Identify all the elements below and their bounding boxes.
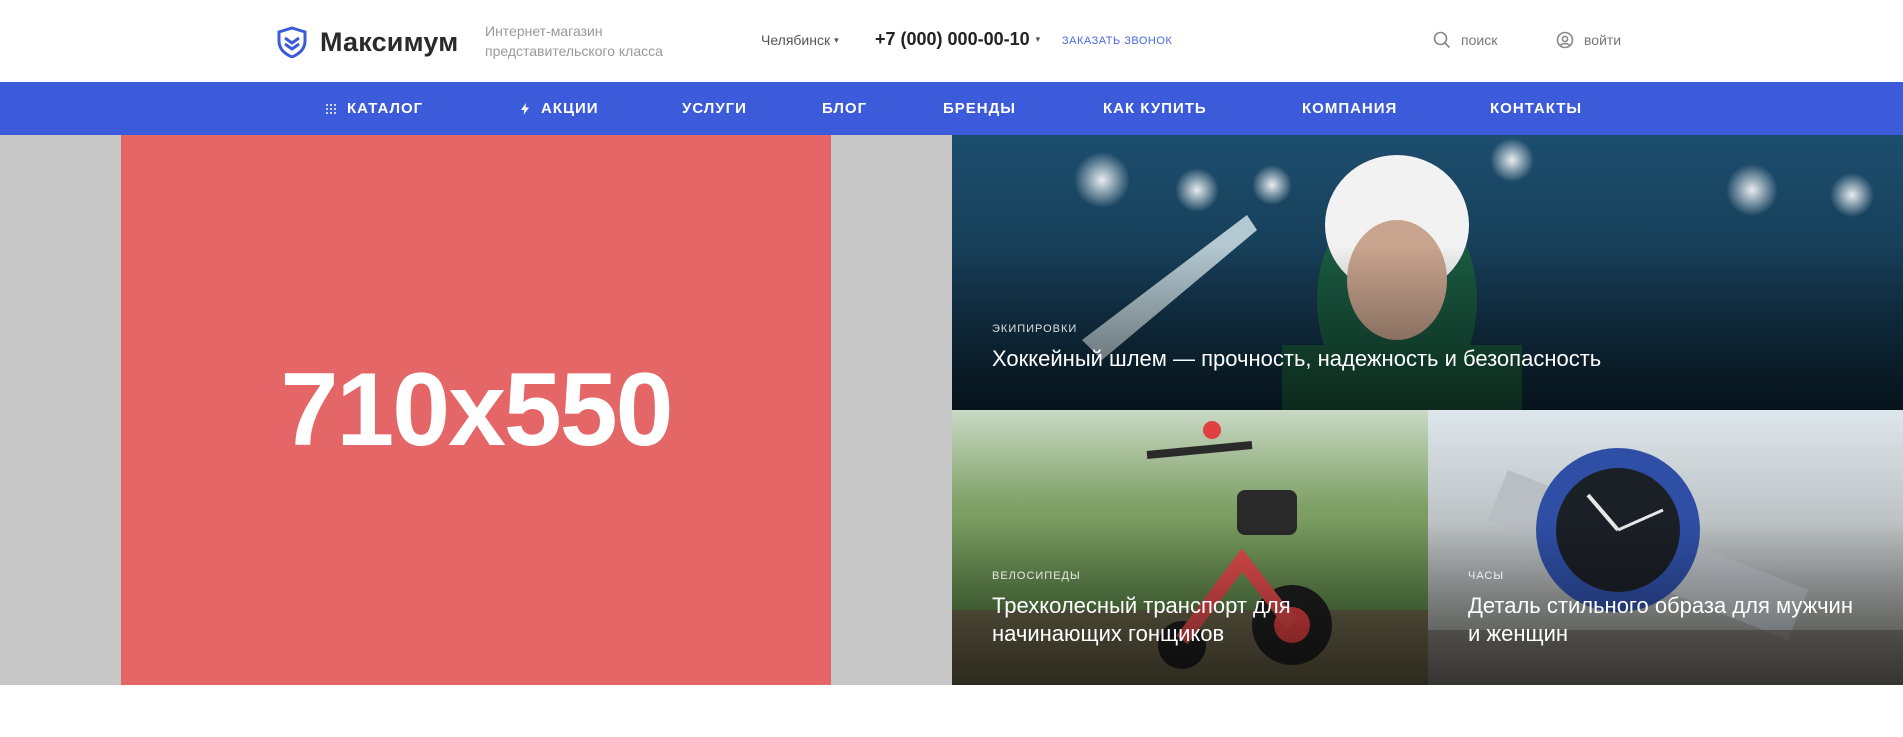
phone-number: +7 (000) 000-00-10 [875, 29, 1030, 49]
nav-item-catalog[interactable]: КАТАЛОГ [325, 82, 423, 135]
nav-label: КОНТАКТЫ [1490, 100, 1583, 117]
tile-title-line1: Деталь стильного образа для мужчин [1468, 593, 1853, 618]
nav-label: КАК КУПИТЬ [1103, 100, 1207, 117]
nav-item-blog[interactable]: БЛОГ [822, 82, 867, 135]
chevron-down-icon: ▾ [834, 34, 839, 45]
nav-label: БЛОГ [822, 100, 868, 117]
search-icon [1433, 31, 1451, 49]
tile-category: ЧАСЫ [1468, 570, 1505, 582]
tagline-line1: Интернет-магазин [485, 23, 603, 39]
tile-category: ЭКИПИРОВКИ [992, 323, 1078, 335]
banner-section: 710x550 ЭКИПИРОВКИ Хоккейный шлем — проч… [0, 135, 1903, 685]
nav-item-company[interactable]: КОМПАНИЯ [1302, 82, 1397, 135]
logo[interactable]: Максимум [276, 26, 458, 58]
logo-text: Максимум [320, 26, 459, 57]
tile-title: Хоккейный шлем — прочность, надежность и… [992, 346, 1602, 371]
tile-category: ВЕЛОСИПЕДЫ [992, 570, 1081, 582]
city-label: Челябинск [761, 32, 831, 48]
search-label: поиск [1461, 32, 1498, 48]
login-button[interactable]: войти [1556, 31, 1621, 49]
callback-link[interactable]: ЗАКАЗАТЬ ЗВОНОК [1062, 35, 1172, 47]
tagline-line2: представительского класса [485, 43, 663, 59]
nav-item-brands[interactable]: БРЕНДЫ [943, 82, 1016, 135]
grid-icon [326, 103, 336, 114]
tile-title-line2: начинающих гонщиков [992, 621, 1225, 646]
lightning-icon [521, 102, 529, 115]
search-button[interactable]: поиск [1433, 31, 1497, 49]
tile-title-line1: Трехколесный транспорт для [992, 593, 1291, 618]
placeholder-size-text: 710x550 [280, 351, 674, 468]
city-selector[interactable]: Челябинск ▾ [761, 32, 839, 48]
shield-logo-icon [277, 26, 307, 58]
nav-label: КАТАЛОГ [347, 100, 424, 117]
main-nav: КАТАЛОГ АКЦИИ УСЛУГИ БЛОГ БРЕНДЫ КАК КУП… [0, 82, 1903, 135]
nav-label: УСЛУГИ [682, 100, 747, 117]
tagline: Интернет-магазин представительского клас… [485, 21, 705, 61]
nav-item-services[interactable]: УСЛУГИ [682, 82, 747, 135]
tile-title-line2: и женщин [1468, 621, 1569, 646]
banner-tile-hockey[interactable]: ЭКИПИРОВКИ Хоккейный шлем — прочность, н… [952, 135, 1903, 410]
tile-title: Деталь стильного образа для мужчин и жен… [1468, 592, 1868, 648]
user-icon [1556, 31, 1574, 49]
nav-item-how-to-buy[interactable]: КАК КУПИТЬ [1103, 82, 1207, 135]
phone-selector[interactable]: +7 (000) 000-00-10 ▾ [875, 29, 1040, 50]
banner-tile-watches[interactable]: ЧАСЫ Деталь стильного образа для мужчин … [1428, 410, 1903, 685]
nav-label: БРЕНДЫ [943, 100, 1016, 117]
nav-label: КОМПАНИЯ [1302, 100, 1398, 117]
chevron-down-icon: ▾ [1035, 34, 1041, 44]
tile-overlay [952, 245, 1903, 410]
nav-item-contacts[interactable]: КОНТАКТЫ [1490, 82, 1582, 135]
banner-placeholder[interactable]: 710x550 [121, 135, 831, 685]
nav-item-sales[interactable]: АКЦИИ [519, 82, 599, 135]
site-header: Максимум Интернет-магазин представительс… [0, 0, 1903, 82]
login-label: войти [1584, 32, 1622, 48]
nav-label: АКЦИИ [541, 100, 599, 117]
banner-tile-bikes[interactable]: ВЕЛОСИПЕДЫ Трехколесный транспорт для на… [952, 410, 1428, 685]
tile-title: Трехколесный транспорт для начинающих го… [992, 592, 1392, 648]
